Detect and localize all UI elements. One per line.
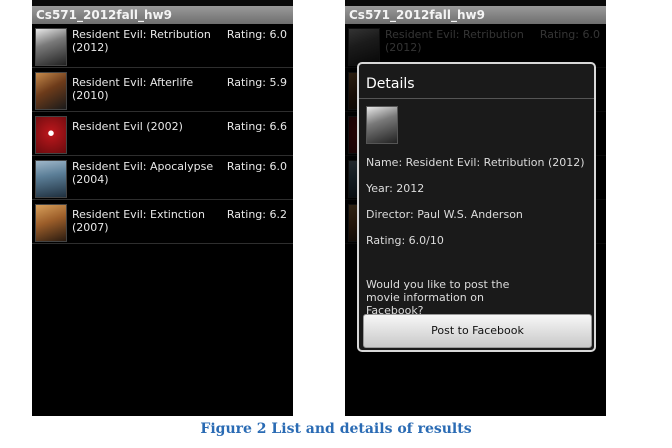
evil-poster-icon: [35, 28, 67, 66]
movie-rating: Rating: 6.0/10: [366, 234, 444, 247]
list-item[interactable]: Resident Evil: Extinction (2007) Rating:…: [32, 200, 293, 244]
movie-title: Resident Evil: Extinction (2007): [72, 208, 205, 234]
post-to-facebook-button[interactable]: Post to Facebook: [363, 314, 592, 348]
phone-details-screen: Cs571_2012fall_hw9 Resident Evil: Retrib…: [345, 0, 606, 416]
extinction-poster-icon: [35, 204, 67, 242]
movie-rating: Rating: 6.6: [226, 120, 287, 133]
app-title-bar: Cs571_2012fall_hw9: [345, 6, 606, 24]
list-item[interactable]: Resident Evil: Afterlife (2010) Rating: …: [32, 68, 293, 112]
movie-rating: Rating: 6.2: [226, 208, 287, 221]
list-item[interactable]: Resident Evil: Apocalypse (2004) Rating:…: [32, 156, 293, 200]
apocalypse-poster-icon: [35, 160, 67, 198]
resident-evil-poster-icon: [35, 116, 67, 154]
movie-director: Director: Paul W.S. Anderson: [366, 208, 523, 221]
movie-title: Resident Evil: Afterlife (2010): [72, 76, 194, 102]
movie-year: Year: 2012: [366, 182, 425, 195]
dialog-divider: [359, 98, 594, 99]
app-title-bar: Cs571_2012fall_hw9: [32, 6, 293, 24]
facebook-prompt: Would you like to post the movie informa…: [366, 278, 510, 317]
details-dialog: Details Name: Resident Evil: Retribution…: [357, 62, 596, 352]
list-item[interactable]: Resident Evil: Retribution (2012) Rating…: [32, 24, 293, 68]
figure-caption: Figure 2 List and details of results: [200, 421, 472, 437]
movie-title: Resident Evil: Retribution (2012): [72, 28, 211, 54]
afterlife-poster-icon: [35, 72, 67, 110]
list-item[interactable]: Resident Evil (2002) Rating: 6.6: [32, 112, 293, 156]
movie-name: Name: Resident Evil: Retribution (2012): [366, 156, 585, 169]
movie-title: Resident Evil (2002): [72, 120, 183, 133]
evil-poster-icon: [366, 106, 398, 144]
phone-list-screen: Cs571_2012fall_hw9 Resident Evil: Retrib…: [32, 0, 293, 416]
dialog-title: Details: [366, 76, 415, 92]
movie-list: Resident Evil: Retribution (2012) Rating…: [32, 24, 293, 244]
movie-rating: Rating: 6.0: [226, 28, 287, 41]
movie-rating: Rating: 6.0: [226, 160, 287, 173]
movie-title: Resident Evil: Apocalypse (2004): [72, 160, 214, 186]
movie-rating: Rating: 5.9: [226, 76, 287, 89]
